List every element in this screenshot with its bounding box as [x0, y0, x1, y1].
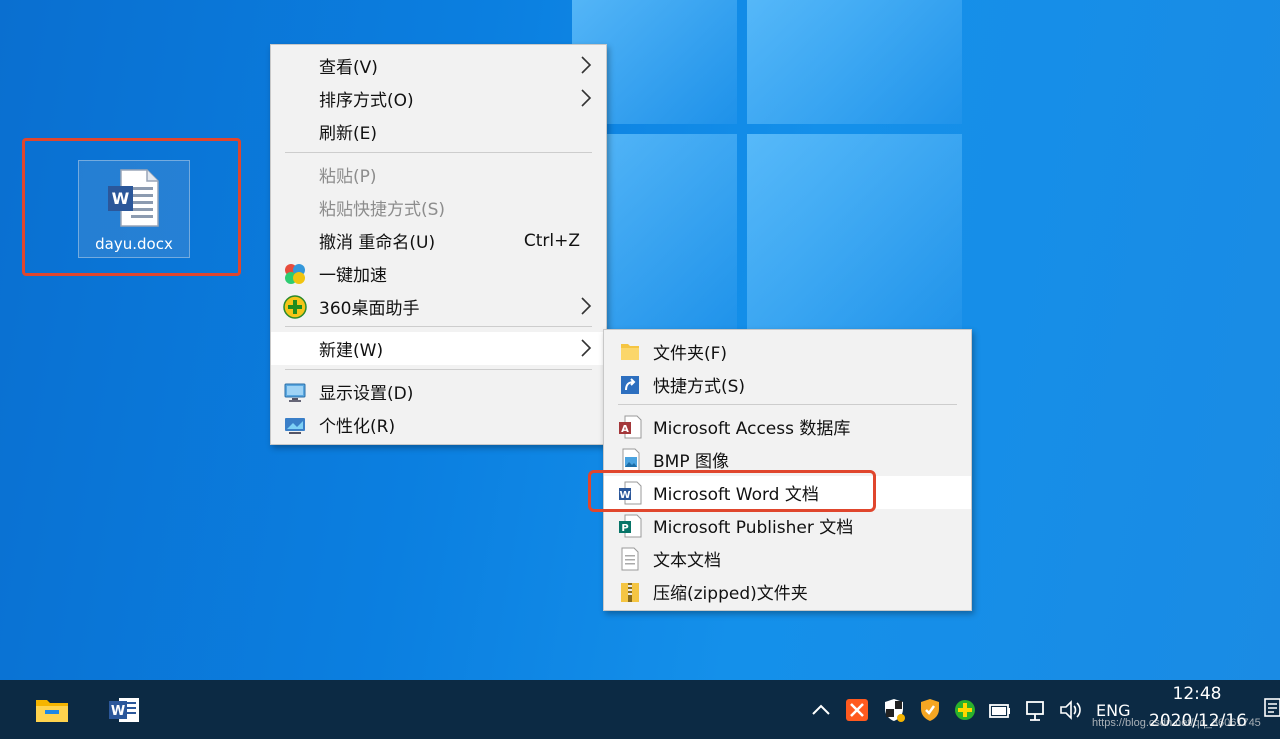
menu-item-paste-shortcut: 粘贴快捷方式(S)	[271, 191, 606, 224]
menu-item-label: 排序方式(O)	[319, 91, 414, 111]
notification-center-icon[interactable]	[1262, 696, 1280, 720]
menu-item-label: 个性化(R)	[319, 417, 396, 437]
menu-item-label: 撤消 重命名(U)	[319, 233, 436, 253]
svg-text:W: W	[112, 189, 130, 208]
zip-folder-icon	[621, 583, 639, 602]
menu-item-label: 显示设置(D)	[319, 384, 414, 404]
word-icon[interactable]: W	[105, 690, 143, 728]
app-tray-icon[interactable]	[845, 696, 869, 724]
text-document-icon	[621, 547, 639, 571]
svg-text:W: W	[111, 704, 125, 719]
submenu-item-text[interactable]: 文本文档	[604, 542, 971, 575]
chevron-right-icon	[581, 339, 592, 357]
windows-logo-wallpaper	[572, 0, 972, 345]
menu-separator	[285, 152, 592, 153]
submenu-item-shortcut[interactable]: 快捷方式(S)	[604, 368, 971, 401]
menu-item-label: 查看(V)	[319, 58, 378, 78]
folder-icon	[621, 344, 639, 360]
clock-time[interactable]: 12:48	[1162, 684, 1232, 704]
chevron-right-icon	[581, 89, 592, 107]
desktop-file-icon[interactable]: W dayu.docx	[78, 160, 190, 258]
submenu-item-label: BMP 图像	[653, 452, 729, 472]
submenu-item-label: 快捷方式(S)	[653, 377, 746, 397]
chevron-right-icon	[581, 297, 592, 315]
show-hidden-icons-chevron[interactable]	[810, 696, 832, 724]
menu-item-360-assistant[interactable]: 360桌面助手	[271, 290, 606, 323]
file-explorer-icon[interactable]	[33, 690, 71, 728]
svg-text:P: P	[621, 523, 628, 534]
battery-icon[interactable]	[988, 696, 1012, 724]
360-icon[interactable]	[953, 696, 977, 724]
taskbar: W ENG 12:48 2020/12/16 https://blog.csdn…	[0, 680, 1280, 739]
menu-item-display-settings[interactable]: 显示设置(D)	[271, 375, 606, 408]
submenu-item-access[interactable]: A Microsoft Access 数据库	[604, 410, 971, 443]
security-shield-icon[interactable]	[882, 696, 906, 724]
submenu-item-folder[interactable]: 文件夹(F)	[604, 335, 971, 368]
svg-text:A: A	[621, 424, 629, 435]
menu-item-label: 粘贴快捷方式(S)	[319, 200, 446, 220]
menu-item-sort[interactable]: 排序方式(O)	[271, 82, 606, 115]
watermark-text: https://blog.csdn.net/qq_36061745	[1092, 717, 1261, 729]
logo-pane	[747, 134, 962, 334]
personalize-icon	[285, 418, 305, 434]
menu-item-label: 粘贴(P)	[319, 167, 377, 187]
menu-item-refresh[interactable]: 刷新(E)	[271, 115, 606, 148]
network-icon[interactable]	[1024, 696, 1048, 724]
menu-item-undo-rename[interactable]: 撤消 重命名(U) Ctrl+Z	[271, 224, 606, 257]
menu-item-paste: 粘贴(P)	[271, 158, 606, 191]
access-icon: A	[619, 415, 642, 439]
submenu-item-label: Microsoft Publisher 文档	[653, 518, 854, 538]
chevron-right-icon	[581, 56, 592, 74]
logo-pane	[747, 0, 962, 124]
submenu-item-publisher[interactable]: P Microsoft Publisher 文档	[604, 509, 971, 542]
speedup-icon	[285, 264, 305, 284]
volume-icon[interactable]	[1058, 696, 1084, 724]
menu-separator	[285, 326, 592, 327]
menu-item-shortcut: Ctrl+Z	[523, 230, 580, 251]
menu-item-new[interactable]: 新建(W)	[271, 332, 606, 365]
submenu-item-label: 文本文档	[653, 551, 721, 571]
menu-item-view[interactable]: 查看(V)	[271, 49, 606, 82]
publisher-icon: P	[619, 514, 642, 538]
menu-item-speedup[interactable]: 一键加速	[271, 257, 606, 290]
shortcut-icon	[621, 376, 639, 394]
highlight-box-word-item	[588, 470, 876, 512]
bmp-icon	[622, 448, 640, 472]
desktop-file-name: dayu.docx	[95, 235, 173, 253]
menu-separator	[285, 369, 592, 370]
menu-separator	[618, 404, 957, 405]
word-document-icon: W	[108, 169, 159, 227]
menu-item-label: 360桌面助手	[319, 299, 420, 319]
menu-item-label: 一键加速	[319, 266, 387, 286]
menu-item-personalize[interactable]: 个性化(R)	[271, 408, 606, 441]
submenu-item-label: 压缩(zipped)文件夹	[653, 584, 808, 604]
menu-item-label: 新建(W)	[319, 341, 384, 361]
submenu-item-label: 文件夹(F)	[653, 344, 728, 364]
360-assistant-icon	[283, 295, 307, 319]
submenu-item-zip[interactable]: 压缩(zipped)文件夹	[604, 575, 971, 608]
menu-item-label: 刷新(E)	[319, 124, 378, 144]
display-icon	[284, 383, 306, 402]
shield-icon[interactable]	[918, 696, 942, 724]
submenu-item-label: Microsoft Access 数据库	[653, 419, 851, 439]
desktop-context-menu: 查看(V) 排序方式(O) 刷新(E) 粘贴(P) 粘贴快捷方式(S) 撤消 重…	[270, 44, 607, 445]
